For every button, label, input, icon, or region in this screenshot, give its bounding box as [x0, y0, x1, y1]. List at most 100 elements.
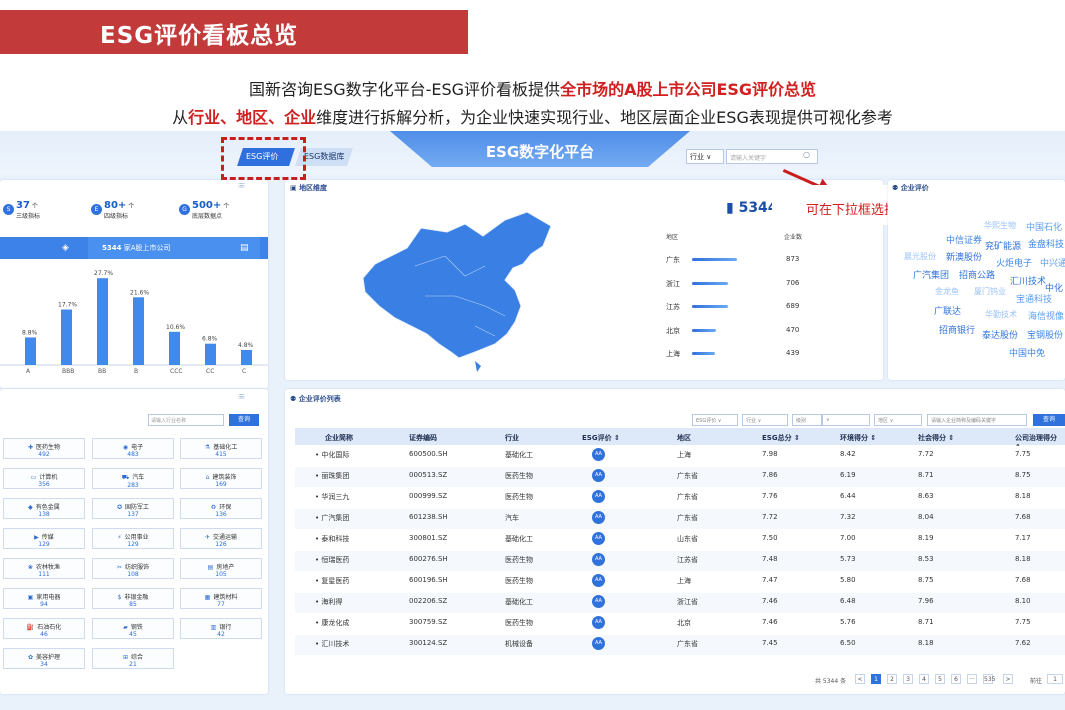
pager-page-button[interactable]: 2 [887, 674, 897, 684]
industry-card[interactable]: ⛟ 汽车 283 [92, 468, 174, 489]
table-header-cell[interactable]: 社会得分 ⇕ [918, 433, 954, 443]
industry-card[interactable]: ✂ 纺织服饰 108 [92, 558, 174, 579]
industry-card[interactable]: ⛽ 石油石化 46 [3, 618, 85, 639]
china-map[interactable] [355, 206, 565, 376]
wordcloud-company[interactable]: 新澳股份 [946, 250, 982, 263]
industry-card[interactable]: ✪ 国防军工 137 [92, 498, 174, 519]
wordcloud-company[interactable]: 宝钢股份 [1027, 328, 1063, 341]
table-cell: 7.72 [918, 450, 934, 458]
search-icon[interactable]: ○ [803, 150, 810, 159]
industry-card[interactable]: $ 非银金融 85 [92, 588, 174, 609]
pager-next-button[interactable]: > [1003, 674, 1013, 684]
china-map-shape[interactable] [362, 211, 552, 359]
table-cell: 医药生物 [505, 493, 533, 501]
industry-card[interactable]: ⚗ 基础化工 415 [180, 438, 262, 459]
bar-category-label: CCC [170, 368, 183, 375]
region-count: 706 [786, 278, 800, 287]
table-filter-select[interactable]: ESG评价 ∨ [692, 414, 738, 426]
intro-1-text: 国新咨询ESG数字化平台-ESG评价看板提供 [248, 80, 561, 99]
wordcloud-company[interactable]: 招商银行 [939, 323, 975, 336]
wordcloud-company[interactable]: 华熙生物 [984, 220, 1016, 231]
table-cell: 6.44 [840, 492, 856, 500]
region-count: 873 [786, 255, 800, 263]
pager-total: 共 5344 条 [815, 678, 847, 685]
wordcloud-company[interactable]: 招商公路 [959, 268, 995, 281]
wordcloud-company[interactable]: 宝通科技 [1016, 292, 1052, 305]
industry-select[interactable]: 行业 ∨ [686, 149, 724, 164]
pager-page-button[interactable]: 4 [919, 674, 929, 684]
industry-icon: ▥ [210, 624, 217, 631]
industry-card[interactable]: ⊞ 综合 21 [92, 648, 174, 669]
region-title-text: 地区维度 [299, 184, 328, 192]
bar-category-label: A [26, 368, 31, 375]
industry-card[interactable]: ⌂ 建筑装饰 169 [180, 468, 262, 489]
wordcloud-company[interactable]: 中信证券 [946, 233, 982, 246]
wordcloud-company[interactable]: 中国石化 [1026, 220, 1062, 233]
wordcloud-company[interactable]: 兖矿能源 [985, 239, 1021, 252]
industry-icon: ⛽ [26, 624, 35, 631]
pager-page-button[interactable]: 5 [935, 674, 945, 684]
wordcloud-company[interactable]: 中国中免 [1009, 346, 1045, 359]
pager-prev-button[interactable]: < [855, 674, 865, 684]
industry-card[interactable]: ▰ 钢铁 45 [92, 618, 174, 639]
company-search-input[interactable]: 请输入企业简称及编码关键字 [927, 414, 1027, 426]
pager-goto-input[interactable]: 1 [1047, 674, 1063, 684]
wordcloud-company[interactable]: 火炬电子 [996, 256, 1032, 269]
bar-value-label: 4.8% [238, 342, 254, 349]
wordcloud-company[interactable]: 汇川技术 [1010, 274, 1046, 287]
table-header-cell[interactable]: 环境得分 ⇕ [840, 433, 876, 443]
table-filter-select[interactable]: 地区 ∨ [874, 414, 922, 426]
pager-page-button[interactable]: 1 [871, 674, 881, 684]
wordcloud-company[interactable]: 华勤技术 [985, 309, 1017, 320]
industry-card[interactable]: ◉ 电子 483 [92, 438, 174, 459]
industry-search-input[interactable]: 请输入行业名称 [148, 414, 224, 426]
table-header-cell[interactable]: 地区 [677, 433, 691, 443]
table-filter-select[interactable]: 行业 ∨ [742, 414, 788, 426]
pager-page-button[interactable]: ··· [967, 674, 977, 684]
table-filter-select[interactable]: ∨ [822, 414, 870, 426]
table-header-cell[interactable]: ESG总分 ⇕ [762, 433, 800, 443]
pager-page-button[interactable]: 535 [983, 674, 995, 684]
bar-C [241, 349, 252, 365]
wordcloud-company[interactable]: 晨光股份 [904, 251, 936, 262]
pager-page-button[interactable]: 3 [903, 674, 913, 684]
wordcloud-company[interactable]: 广联达 [934, 304, 961, 317]
industry-card[interactable]: ◆ 有色金属 138 [3, 498, 85, 519]
industry-card[interactable]: ❀ 农林牧渔 111 [3, 558, 85, 579]
region-count: 470 [786, 325, 800, 334]
wordcloud-company[interactable]: 海信视像 [1028, 309, 1064, 322]
table-cell: 7.00 [840, 534, 856, 542]
industry-search-button[interactable]: 查询 [229, 414, 259, 426]
table-header-cell[interactable]: ESG评价 ⇕ [582, 433, 620, 443]
wordcloud-company[interactable]: 金盘科技 [1028, 237, 1064, 250]
industry-card[interactable]: ▥ 银行 42 [180, 618, 262, 639]
industry-card[interactable]: ♻ 环保 136 [180, 498, 262, 519]
table-filter-select[interactable]: 级别 [792, 414, 822, 426]
industry-card[interactable]: ▶ 传媒 129 [3, 528, 85, 549]
industry-card[interactable]: ✿ 美容护理 34 [3, 648, 85, 669]
table-cell: 6.19 [840, 471, 856, 479]
industry-card[interactable]: ✈ 交通运输 126 [180, 528, 262, 549]
table-cell: 7.46 [762, 618, 778, 626]
table-header-cell[interactable]: 企业简称 [325, 433, 353, 443]
wordcloud-company[interactable]: 广汽集团 [913, 268, 949, 281]
table-header-cell[interactable]: 行业 [505, 433, 519, 443]
company-search-button[interactable]: 查询 [1033, 414, 1065, 426]
tab-esg-database-label[interactable]: ESG数据库 [304, 151, 344, 162]
dots-icon: ⁝⁝⁝⁝⁝ [238, 182, 245, 190]
wordcloud-company[interactable]: 泰达股份 [982, 328, 1018, 341]
wordcloud-company[interactable]: 金龙鱼 [935, 286, 959, 297]
industry-card[interactable]: ▤ 房地产 105 [180, 558, 262, 579]
industry-card[interactable]: ⚡ 公用事业 129 [92, 528, 174, 549]
table-cell: 000999.SZ [409, 492, 448, 500]
pager-goto-label: 前往 [1030, 678, 1043, 685]
table-header-cell[interactable]: 证券编码 [409, 433, 437, 443]
industry-card[interactable]: ▭ 计算机 356 [3, 468, 85, 489]
wordcloud-company[interactable]: 中兴通 [1040, 256, 1065, 269]
industry-card[interactable]: ✚ 医药生物 492 [3, 438, 85, 459]
industry-card[interactable]: ▦ 建筑材料 77 [180, 588, 262, 609]
industry-card[interactable]: ▣ 家用电器 94 [3, 588, 85, 609]
pager-page-button[interactable]: 6 [951, 674, 961, 684]
table-cell: 基础化工 [505, 598, 533, 606]
wordcloud-company[interactable]: 厦门钨业 [974, 286, 1006, 297]
